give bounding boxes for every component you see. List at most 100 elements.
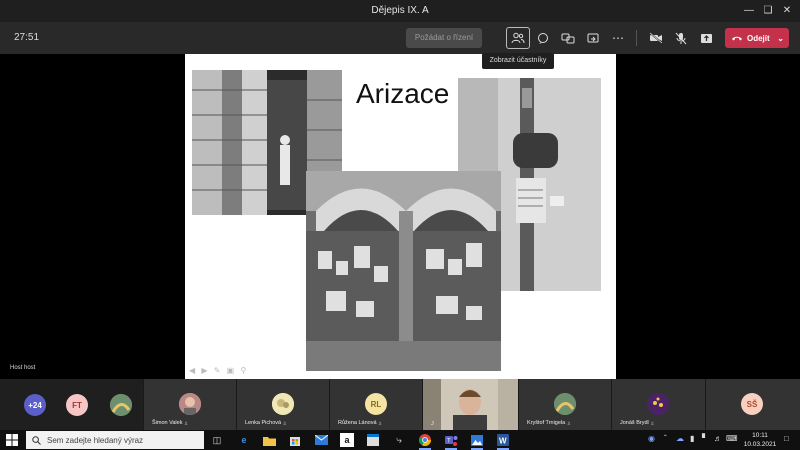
share-up-arrow-icon bbox=[700, 34, 712, 43]
window-title: Dějepis IX. A bbox=[371, 5, 429, 16]
avatar: FT bbox=[66, 394, 88, 416]
photo-frame-icon bbox=[471, 434, 483, 446]
clock-date: 10.03.2021 bbox=[743, 441, 777, 448]
chrome-icon[interactable] bbox=[418, 433, 432, 450]
participant-tile[interactable]: Šimon Valek ⨱ bbox=[144, 379, 236, 430]
chat-button[interactable] bbox=[531, 27, 555, 49]
calendar-icon[interactable] bbox=[366, 433, 380, 447]
participant-name: Růžena Lánová ⨱ bbox=[338, 420, 382, 426]
participants-button[interactable] bbox=[506, 27, 530, 49]
leave-label: Odejít bbox=[747, 33, 770, 43]
leave-button[interactable]: Odejít ⌄ bbox=[725, 28, 789, 48]
teams-logo-icon: T bbox=[444, 436, 457, 446]
share-content-button[interactable] bbox=[694, 27, 718, 49]
participant-tile[interactable]: Lenka Pichová ⨱ bbox=[237, 379, 329, 430]
participant-tile[interactable]: SŠ bbox=[706, 379, 800, 430]
mic-off-icon: ⨱ bbox=[378, 420, 382, 426]
participant-tile-video[interactable]: J bbox=[423, 379, 518, 430]
camera-off-icon bbox=[649, 32, 663, 44]
task-view-icon[interactable]: ◫ bbox=[210, 433, 224, 447]
participant-name: J bbox=[431, 421, 434, 427]
clock-time: 10:11 bbox=[752, 432, 768, 439]
camera-button[interactable] bbox=[644, 27, 668, 49]
avatar: RL bbox=[365, 393, 387, 415]
avatar bbox=[554, 393, 576, 415]
avatar bbox=[110, 394, 132, 416]
meeting-timer: 27:51 bbox=[14, 32, 40, 43]
mail-icon[interactable] bbox=[314, 433, 328, 447]
avatar bbox=[647, 393, 669, 415]
participant-name: Kryštof Trnigela ⨱ bbox=[527, 420, 571, 426]
presenter-name: Host host bbox=[10, 365, 36, 371]
breakout-rooms-icon bbox=[561, 33, 575, 44]
meeting-toolbar: 27:51 Požádat o řízení ⋯ Odejít ⌄ bbox=[0, 22, 800, 54]
participant-video bbox=[423, 379, 518, 430]
mic-button[interactable] bbox=[669, 27, 693, 49]
chevron-up-icon[interactable]: ˆ bbox=[664, 434, 667, 443]
file-explorer-icon[interactable] bbox=[262, 433, 276, 447]
toolbar-divider bbox=[636, 30, 637, 46]
participant-tile[interactable]: RL Růžena Lánová ⨱ bbox=[330, 379, 422, 430]
avatar-photo-icon bbox=[179, 393, 201, 415]
participant-name: Lenka Pichová ⨱ bbox=[245, 420, 287, 426]
avatar: SŠ bbox=[741, 393, 763, 415]
edge-icon[interactable]: e bbox=[237, 433, 251, 447]
calendar-grid-icon bbox=[367, 434, 379, 446]
onedrive-icon[interactable]: ☁ bbox=[676, 434, 684, 443]
participant-name: Šimon Valek ⨱ bbox=[152, 420, 188, 426]
close-icon[interactable]: ✕ bbox=[779, 3, 795, 19]
amazon-icon[interactable]: a bbox=[340, 433, 354, 447]
volume-icon[interactable]: ♬ bbox=[714, 434, 722, 443]
share-screen-icon bbox=[587, 33, 599, 43]
chrome-logo-icon bbox=[419, 434, 431, 446]
chevron-down-icon[interactable]: ⌄ bbox=[777, 34, 784, 43]
share-tray-button[interactable] bbox=[581, 27, 605, 49]
word-logo-icon: W bbox=[497, 434, 509, 446]
minimize-icon[interactable]: — bbox=[741, 3, 757, 19]
title-bar: Dějepis IX. A — ❑ ✕ bbox=[0, 0, 800, 22]
search-placeholder: Sem zadejte hledaný výraz bbox=[47, 435, 144, 445]
search-icon bbox=[32, 435, 41, 445]
windows-start-icon[interactable] bbox=[6, 434, 18, 446]
avatar-photo-icon bbox=[647, 393, 669, 415]
edge-tray-icon[interactable]: ◉ bbox=[648, 434, 655, 443]
word-icon[interactable]: W bbox=[496, 433, 510, 450]
presentation-slide: Arizace ◀ ▶ ✎ ▣ ⚲ bbox=[185, 54, 616, 379]
store-icon[interactable] bbox=[288, 433, 302, 447]
participant-tile[interactable]: Kryštof Trnigela ⨱ bbox=[519, 379, 611, 430]
keyboard-icon[interactable]: ⌨ bbox=[726, 434, 738, 443]
slide-controls[interactable]: ◀ ▶ ✎ ▣ ⚲ bbox=[189, 366, 248, 375]
breakout-button[interactable] bbox=[556, 27, 580, 49]
mic-off-icon: ⨱ bbox=[567, 420, 571, 426]
participant-name: Jonáš Brydl ⨱ bbox=[620, 420, 654, 426]
more-icon: ⋯ bbox=[612, 31, 624, 45]
slide-title: Arizace bbox=[356, 78, 450, 109]
participants-strip: +24 FT Šimon Valek ⨱ Lenka Pichová ⨱ RL Rů… bbox=[0, 379, 800, 430]
shopping-bag-icon bbox=[290, 437, 300, 446]
phone-hangup-icon bbox=[732, 36, 742, 41]
slide-photo-arched-hall bbox=[306, 171, 501, 371]
request-control-button[interactable]: Požádat o řízení bbox=[406, 28, 482, 48]
more-participants-badge[interactable]: +24 bbox=[24, 394, 46, 416]
wifi-icon[interactable]: ▘ bbox=[702, 434, 708, 443]
notifications-icon[interactable]: □ bbox=[784, 434, 789, 443]
taskbar-search[interactable]: Sem zadejte hledaný výraz bbox=[26, 431, 204, 449]
avatar bbox=[179, 393, 201, 415]
participants-tooltip: Zobrazit účastníky bbox=[482, 53, 554, 69]
photos-icon[interactable] bbox=[470, 433, 484, 450]
teams-icon[interactable]: T bbox=[444, 433, 458, 450]
more-actions-button[interactable]: ⋯ bbox=[606, 27, 630, 49]
bolt-app-icon[interactable]: ⤷ bbox=[392, 433, 406, 447]
battery-icon[interactable]: ▮ bbox=[690, 434, 694, 443]
maximize-icon[interactable]: ❑ bbox=[760, 3, 776, 19]
folder-icon bbox=[262, 436, 276, 446]
mic-off-icon: ⨱ bbox=[184, 420, 188, 426]
mic-off-icon: ⨱ bbox=[650, 420, 654, 426]
participant-tile[interactable]: Jonáš Brydl ⨱ bbox=[612, 379, 705, 430]
svg-text:T: T bbox=[447, 439, 451, 445]
system-clock[interactable]: 10:11 10.03.2021 bbox=[740, 431, 780, 449]
shared-content-stage: Arizace ◀ ▶ ✎ ▣ ⚲ Host host bbox=[0, 54, 800, 379]
people-icon bbox=[511, 32, 525, 44]
overflow-tiles: +24 FT bbox=[0, 379, 143, 430]
svg-text:W: W bbox=[499, 437, 507, 446]
